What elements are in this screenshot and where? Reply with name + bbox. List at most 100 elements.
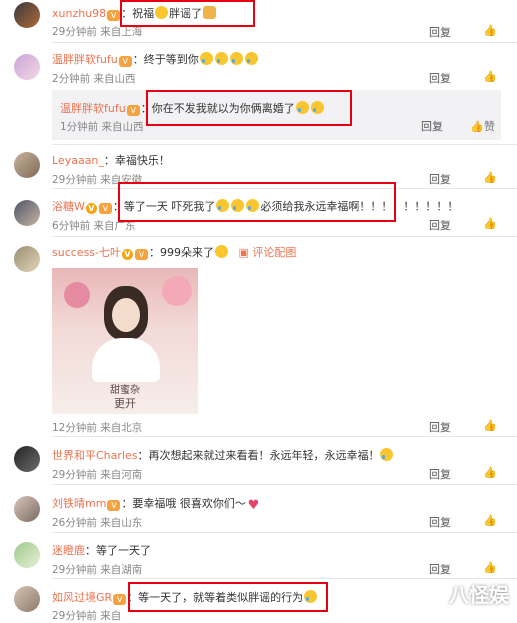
- member-badge-icon: V: [107, 10, 121, 21]
- reply-button[interactable]: 回复: [429, 514, 451, 530]
- avatar[interactable]: [14, 446, 40, 472]
- balloon: [64, 282, 90, 308]
- portrait-dress: [92, 338, 160, 382]
- avatar[interactable]: [14, 54, 40, 80]
- comment-line: 温胖胖软fufu V ：终于等到你: [52, 51, 259, 67]
- comment-text: ：再次想起来就过来看看！永远年轻，永远幸福！: [137, 449, 380, 462]
- highlight-box: [120, 0, 255, 27]
- reply-button[interactable]: 回复: [429, 217, 451, 233]
- username[interactable]: xunzhu98: [52, 7, 106, 20]
- reply-button[interactable]: 回复: [429, 419, 451, 435]
- avatar[interactable]: [14, 246, 40, 272]
- username[interactable]: 迷瞪鹿: [52, 544, 85, 557]
- highlight-box: [128, 582, 328, 612]
- like-button[interactable]: 👍: [483, 514, 497, 527]
- reply-button[interactable]: 回复: [429, 171, 451, 187]
- highlight-box: [118, 182, 396, 222]
- avatar[interactable]: [14, 496, 40, 522]
- comment-text: ：终于等到你: [132, 53, 199, 66]
- like-label: 赞: [484, 120, 495, 133]
- member-badge-icon: V: [118, 56, 132, 67]
- reply-button[interactable]: 回复: [429, 70, 451, 86]
- avatar[interactable]: [14, 2, 40, 28]
- username[interactable]: 浴糖W: [52, 200, 85, 213]
- member-badge-icon: V: [135, 249, 148, 260]
- like-button[interactable]: 👍: [483, 24, 497, 37]
- divider: [52, 436, 517, 437]
- reply-button[interactable]: 回复: [429, 466, 451, 482]
- username[interactable]: 温胖胖软fufu: [60, 102, 126, 115]
- thumb-up-icon: 👍: [483, 24, 497, 37]
- divider: [52, 144, 517, 145]
- comment-meta: 12分钟前 来自北京: [52, 422, 143, 434]
- cry-emoji-icon: [199, 52, 213, 65]
- username[interactable]: Leyaaan_: [52, 154, 104, 167]
- comment-meta: 26分钟前 来自山东: [52, 517, 143, 529]
- thumb-up-icon: 👍: [483, 217, 497, 230]
- avatar[interactable]: [14, 586, 40, 612]
- username[interactable]: 如风过境GR: [52, 591, 112, 604]
- divider: [52, 42, 517, 43]
- watermark: 八怪娱: [449, 583, 509, 607]
- comment-meta: 2分钟前 来自山西: [52, 73, 136, 85]
- comment-meta: 29分钟前 来自: [52, 610, 122, 622]
- comment-image-link[interactable]: ▣ 评论配图: [239, 246, 297, 259]
- cry-emoji-icon: [380, 448, 394, 461]
- comment-line: Leyaaan_：幸福快乐！: [52, 152, 170, 168]
- username[interactable]: success-七叶: [52, 246, 121, 259]
- comment-text: ：幸福快乐！: [103, 154, 170, 167]
- highlight-box: [146, 90, 352, 126]
- comment-line: 刘铁晴mm V ：要幸福哦 很喜欢你们～: [52, 495, 261, 512]
- username[interactable]: 温胖胖软fufu: [52, 53, 118, 66]
- comment-text: ：要幸福哦 很喜欢你们～: [121, 497, 246, 510]
- thumb-up-icon: 👍: [483, 514, 497, 527]
- cry-emoji-icon: [214, 52, 228, 65]
- avatar[interactable]: [14, 152, 40, 178]
- divider: [52, 578, 517, 579]
- cry-emoji-icon: [229, 52, 243, 65]
- thumb-up-icon: 👍: [483, 561, 497, 574]
- heart-emoji-icon: [247, 499, 260, 512]
- member-badge-icon: V: [113, 594, 127, 605]
- comment-line: success-七叶 V V ：999朵来了 ▣ 评论配图: [52, 244, 296, 260]
- comment-line: 世界和平Charles：再次想起来就过来看看！永远年轻，永远幸福！: [52, 447, 394, 463]
- comment-text: ：等了一天了: [85, 544, 151, 557]
- thumb-up-icon: 👍: [470, 120, 484, 133]
- thumb-up-icon: 👍: [483, 466, 497, 479]
- reply-button[interactable]: 回复: [429, 561, 451, 577]
- balloon: [162, 276, 192, 306]
- reply-button[interactable]: 回复: [421, 118, 443, 134]
- member-badge-icon: V: [98, 203, 112, 214]
- avatar[interactable]: [14, 200, 40, 226]
- like-button[interactable]: 👍赞: [470, 118, 495, 134]
- verified-badge-icon: V: [122, 249, 133, 260]
- like-button[interactable]: 👍: [483, 466, 497, 479]
- comment-line: 迷瞪鹿：等了一天了: [52, 542, 151, 558]
- portrait-face: [112, 298, 140, 332]
- thumb-up-icon: 👍: [483, 171, 497, 184]
- username[interactable]: 世界和平Charles: [52, 449, 137, 462]
- comment-image-label: 评论配图: [252, 246, 297, 259]
- like-button[interactable]: 👍: [483, 171, 497, 184]
- comment-meta: 1分钟前 来自山西: [60, 121, 144, 133]
- image-icon: ▣: [238, 246, 249, 259]
- comment-meta: 29分钟前 来自湖南: [52, 564, 143, 576]
- like-button[interactable]: 👍: [483, 70, 497, 83]
- cry-emoji-icon: [244, 52, 258, 65]
- divider: [52, 484, 517, 485]
- comment-text: ：999朵来了: [149, 246, 214, 259]
- thumb-up-icon: 👍: [483, 419, 497, 432]
- reply-button[interactable]: 回复: [429, 24, 451, 40]
- image-caption: 甜蜜杂: [110, 385, 140, 396]
- like-button[interactable]: 👍: [483, 217, 497, 230]
- like-button[interactable]: 👍: [483, 419, 497, 432]
- member-badge-icon: V: [126, 105, 140, 116]
- comment-image[interactable]: 甜蜜杂 更开: [52, 268, 198, 414]
- smile-emoji-icon: [215, 245, 228, 258]
- avatar[interactable]: [14, 542, 40, 568]
- member-badge-icon: V: [107, 500, 121, 511]
- thumb-up-icon: 👍: [483, 70, 497, 83]
- image-caption-2: 更开: [114, 397, 136, 410]
- like-button[interactable]: 👍: [483, 561, 497, 574]
- username[interactable]: 刘铁晴mm: [52, 497, 106, 510]
